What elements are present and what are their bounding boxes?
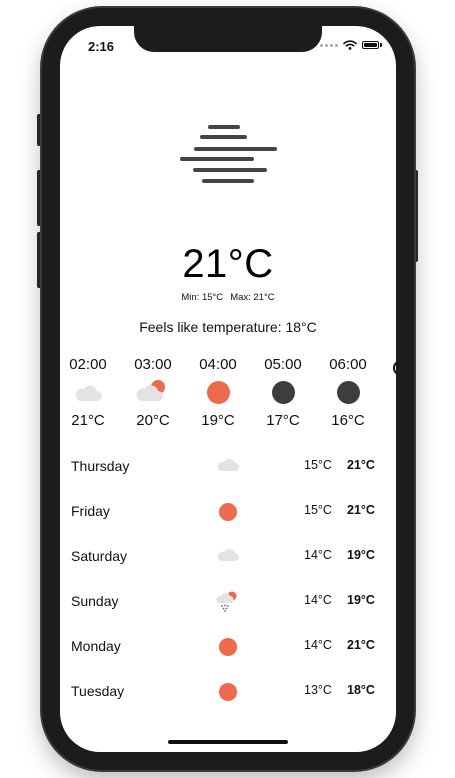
hour-time: 04:00 [199, 356, 237, 373]
hour-time: 03:00 [134, 356, 172, 373]
partly-cloudy-icon [136, 380, 165, 401]
hour-time: 06:00 [329, 356, 367, 373]
cloud-icon [217, 548, 239, 561]
day-name: Friday [71, 503, 110, 519]
daily-row: Thursday 15°C 21°C [60, 444, 396, 489]
fog-icon [180, 125, 277, 183]
daily-row: Sunday 14°C 19°C [60, 579, 396, 624]
sun-icon-wrap [216, 679, 240, 703]
hour-time: 05:00 [264, 356, 302, 373]
hour-temperature: 16°C [331, 412, 365, 429]
wifi-icon [343, 40, 357, 50]
day-max-temperature: 19°C [347, 548, 375, 562]
day-min-temperature: 13°C [304, 683, 332, 697]
hour-time: 02:00 [69, 356, 107, 373]
hourly-forecast[interactable]: 02:00 21°C 03:00 20°C 04:00 19°C 05:00 1… [60, 356, 396, 436]
day-max-temperature: 18°C [347, 683, 375, 697]
day-max-temperature: 21°C [347, 638, 375, 652]
day-max-temperature: 21°C [347, 458, 375, 472]
hour-temperature: 21°C [71, 412, 105, 429]
day-max-temperature: 21°C [347, 503, 375, 517]
sun-icon [219, 683, 237, 701]
daily-row: Tuesday 13°C 18°C [60, 669, 396, 714]
day-name: Saturday [71, 548, 128, 564]
hour-temperature: 19°C [201, 412, 235, 429]
day-name: Thursday [71, 458, 130, 474]
daily-row: Monday 14°C 21°C [60, 624, 396, 669]
min-temperature: Min: 15°C [181, 292, 224, 303]
moon-icon [272, 381, 295, 404]
feels-like-temperature: Feels like temperature: 18°C [139, 319, 317, 335]
hour-item: 04:00 19°C [188, 356, 248, 429]
day-min-temperature: 15°C [304, 458, 332, 472]
max-temperature: Max: 21°C [230, 292, 275, 303]
day-name: Sunday [71, 593, 119, 609]
cloud-icon [75, 385, 102, 401]
moon-icon [337, 381, 360, 404]
sun-icon [219, 638, 237, 656]
battery-icon [362, 41, 379, 49]
hour-item: 05:00 17°C [253, 356, 313, 429]
daily-row: Friday 15°C 21°C [60, 489, 396, 534]
day-min-temperature: 14°C [304, 548, 332, 562]
weather-screen: 2:16 21°C Min: 15°C Max: 21°C Feels like … [60, 26, 396, 752]
sun-icon [219, 503, 237, 521]
signal-icon [320, 43, 338, 47]
current-temperature: 21°C [182, 242, 274, 286]
hour-item: 02:00 21°C [60, 356, 118, 429]
hour-item: 06:00 16°C [318, 356, 378, 429]
notch [134, 26, 322, 52]
status-icons [320, 40, 382, 50]
home-indicator[interactable] [168, 740, 288, 744]
daily-row: Saturday 14°C 19°C [60, 534, 396, 579]
sun-icon [207, 381, 230, 404]
day-min-temperature: 14°C [304, 593, 332, 607]
day-name: Monday [71, 638, 121, 654]
day-max-temperature: 19°C [347, 593, 375, 607]
day-min-temperature: 14°C [304, 638, 332, 652]
hour-temperature: 20°C [136, 412, 170, 429]
min-max-temperature: Min: 15°C Max: 21°C [60, 292, 396, 303]
rain-sun-icon [216, 591, 237, 612]
hour-item-clipped [393, 361, 396, 375]
hour-item: 03:00 20°C [123, 356, 183, 429]
cloud-icon [217, 458, 239, 471]
sun-icon-wrap [216, 634, 240, 658]
status-time: 2:16 [88, 39, 115, 54]
day-name: Tuesday [71, 683, 125, 699]
sun-icon-wrap [216, 499, 240, 523]
hour-temperature: 17°C [266, 412, 300, 429]
battery-cap [380, 43, 382, 47]
day-min-temperature: 15°C [304, 503, 332, 517]
